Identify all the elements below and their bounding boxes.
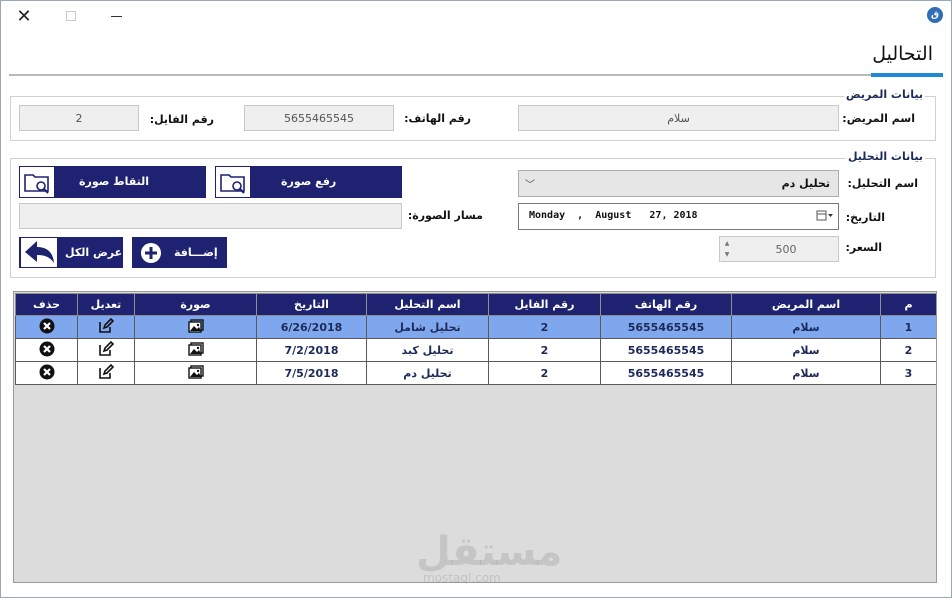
table-cell: 5655465545	[600, 361, 732, 385]
patient-name-label: اسم المريض:	[842, 112, 915, 125]
table-cell: 5655465545	[600, 315, 732, 339]
upload-image-button[interactable]: رفع صورة	[215, 166, 402, 198]
table-cell: تحليل شامل	[366, 315, 489, 339]
folder-search-icon	[20, 167, 54, 197]
picture-icon-cell[interactable]	[134, 361, 257, 385]
calendar-dropdown-icon[interactable]	[816, 209, 833, 223]
file-number-field[interactable]: 2	[19, 105, 139, 131]
table-cell: سلام	[731, 361, 881, 385]
table-cell: 1	[880, 315, 936, 339]
analyses-table-body: م اسم المريض رقم الهاتف رقم الفايل اسم ا…	[15, 293, 936, 385]
edit-icon-cell[interactable]	[77, 361, 135, 385]
column-header[interactable]: اسم المريض	[731, 293, 881, 316]
table-row[interactable]: 1 سلام 5655465545 2 تحليل شامل 6/26/2018	[15, 315, 936, 339]
column-header[interactable]: حذف	[15, 293, 78, 316]
file-number-label: رقم الفايل:	[149, 113, 214, 126]
add-label: إضـــافة	[174, 246, 218, 259]
show-all-label: عرض الكل	[65, 246, 123, 259]
delete-icon-cell[interactable]	[15, 361, 78, 385]
column-header[interactable]: رقم الهاتف	[600, 293, 732, 316]
phone-field[interactable]: 5655465545	[244, 105, 394, 131]
picture-icon-cell[interactable]	[134, 338, 257, 362]
table-row[interactable]: 2 سلام 5655465545 2 تحليل كبد 7/2/2018	[15, 338, 936, 362]
minimize-icon	[110, 15, 122, 17]
app-icon: ق	[927, 7, 943, 23]
add-button[interactable]: إضـــافة	[132, 237, 227, 268]
active-tab-indicator	[871, 73, 943, 77]
image-path-field[interactable]	[19, 203, 402, 229]
watermark-url: mostaql.com	[423, 571, 501, 585]
table-cell: 5655465545	[600, 338, 732, 362]
phone-label: رقم الهاتف:	[404, 112, 471, 125]
picture-icon-cell[interactable]	[134, 315, 257, 339]
chevron-down-icon: ﹀	[525, 180, 535, 191]
column-header[interactable]: م	[880, 293, 936, 316]
watermark: مستقل	[416, 529, 563, 575]
table-header-row: م اسم المريض رقم الهاتف رقم الفايل اسم ا…	[15, 293, 936, 316]
delete-icon[interactable]	[39, 364, 55, 383]
show-all-button[interactable]: عرض الكل	[19, 237, 123, 268]
table-cell: سلام	[731, 338, 881, 362]
table-cell: 3	[880, 361, 936, 385]
table-cell: 6/26/2018	[256, 315, 367, 339]
price-value: 500	[775, 242, 797, 256]
edit-icon[interactable]	[98, 317, 115, 337]
title-bar: ✕ ق	[1, 1, 951, 31]
analysis-group-legend: بيانات التحليل	[845, 150, 925, 163]
edit-icon[interactable]	[98, 340, 115, 360]
table-cell: 2	[488, 315, 601, 339]
column-header[interactable]: تعديل	[77, 293, 135, 316]
stepper-down-icon[interactable]: ▼	[722, 249, 732, 260]
date-label: التاريخ:	[845, 211, 885, 224]
table-cell: سلام	[731, 315, 881, 339]
close-button[interactable]: ✕	[9, 5, 39, 27]
price-label: السعر:	[845, 241, 882, 254]
edit-icon[interactable]	[98, 363, 115, 383]
upload-image-label: رفع صورة	[281, 175, 337, 188]
table-cell: تحليل دم	[366, 361, 489, 385]
back-arrow-icon	[21, 238, 57, 270]
page-title[interactable]: التحاليل	[872, 43, 933, 65]
delete-icon[interactable]	[39, 318, 55, 337]
table-cell: 7/2/2018	[256, 338, 367, 362]
edit-icon-cell[interactable]	[77, 338, 135, 362]
patient-group-legend: بيانات المريض	[843, 88, 925, 101]
minimize-button[interactable]	[101, 5, 131, 27]
folder-search-icon	[216, 167, 250, 197]
delete-icon-cell[interactable]	[15, 315, 78, 339]
analysis-name-select[interactable]: تحليل دم ﹀	[518, 170, 839, 197]
table-cell: 2	[488, 361, 601, 385]
delete-icon-cell[interactable]	[15, 338, 78, 362]
table-cell: 7/5/2018	[256, 361, 367, 385]
capture-image-button[interactable]: التقاط صورة	[19, 166, 206, 198]
column-header[interactable]: التاريخ	[256, 293, 367, 316]
table-row[interactable]: 3 سلام 5655465545 2 تحليل دم 7/5/2018	[15, 361, 936, 385]
column-header[interactable]: اسم التحليل	[366, 293, 489, 316]
analysis-name-value: تحليل دم	[781, 177, 830, 190]
app-window: ✕ ق التحاليل بيانات المريض اسم المريض: س…	[0, 0, 952, 598]
picture-icon[interactable]	[187, 364, 204, 382]
date-value: Monday , August 27, 2018	[529, 210, 698, 221]
picture-icon[interactable]	[187, 341, 204, 359]
image-path-label: مسار الصورة:	[407, 209, 483, 222]
plus-circle-icon	[140, 242, 162, 267]
close-icon: ✕	[16, 5, 32, 27]
column-header[interactable]: صورة	[134, 293, 257, 316]
header-divider	[9, 74, 943, 76]
maximize-button[interactable]	[56, 5, 86, 27]
capture-image-label: التقاط صورة	[79, 175, 150, 188]
stepper-up-icon[interactable]: ▲	[722, 238, 732, 249]
edit-icon-cell[interactable]	[77, 315, 135, 339]
price-stepper[interactable]: ▲ ▼ 500	[719, 236, 839, 262]
patient-name-field[interactable]: سلام	[518, 105, 839, 131]
table-cell: تحليل كبد	[366, 338, 489, 362]
table-cell: 2	[880, 338, 936, 362]
analysis-name-label: اسم التحليل:	[847, 177, 918, 190]
table-cell: 2	[488, 338, 601, 362]
maximize-icon	[66, 11, 76, 21]
delete-icon[interactable]	[39, 341, 55, 360]
picture-icon[interactable]	[187, 318, 204, 336]
date-picker[interactable]: Monday , August 27, 2018	[518, 203, 839, 230]
column-header[interactable]: رقم الفايل	[488, 293, 601, 316]
